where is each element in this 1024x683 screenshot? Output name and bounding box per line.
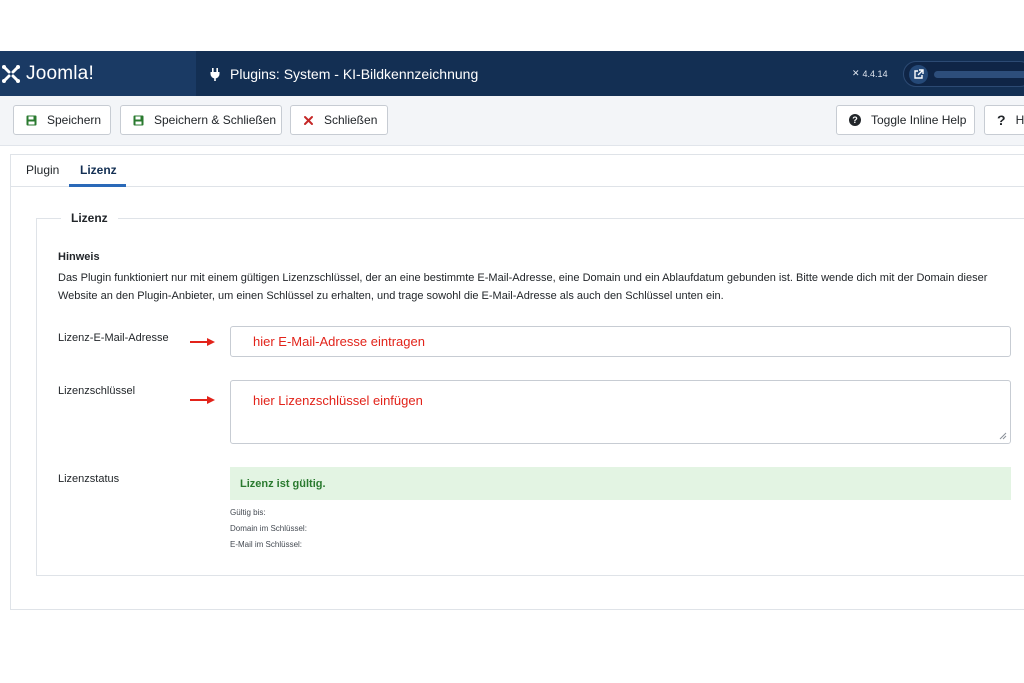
email-in-key-label: E-Mail im Schlüssel: — [230, 540, 303, 549]
version-number: 4.4.14 — [862, 68, 888, 79]
active-tab-indicator — [69, 184, 126, 187]
save-close-label: Speichern & Schließen — [154, 113, 277, 127]
toggle-inline-help-button[interactable]: ? Toggle Inline Help — [836, 105, 975, 135]
page-title-text: Plugins: System - KI-Bildkennzeichnung — [230, 65, 479, 82]
help-button[interactable]: ? H — [984, 105, 1024, 135]
domain-in-key-label: Domain im Schlüssel: — [230, 524, 307, 533]
email-field[interactable]: hier E-Mail-Adresse eintragen — [230, 326, 1011, 357]
license-key-value: hier Lizenzschlüssel einfügen — [253, 393, 423, 408]
arrow-right-icon — [190, 338, 215, 346]
arrow-right-icon — [190, 396, 215, 404]
license-status-label: Lizenzstatus — [58, 473, 120, 485]
page-title: Plugins: System - KI-Bildkennzeichnung — [208, 51, 478, 96]
svg-text:?: ? — [852, 115, 858, 125]
plug-icon — [208, 67, 222, 81]
save-button[interactable]: Speichern — [13, 105, 111, 135]
joomla-small-icon: ✕ — [852, 68, 860, 78]
license-status-message: Lizenz ist gültig. — [240, 477, 326, 490]
save-close-button[interactable]: Speichern & Schließen — [120, 105, 282, 135]
email-label: Lizenz-E-Mail-Adresse — [58, 332, 169, 344]
external-link-icon[interactable] — [909, 65, 928, 84]
tab-lizenz[interactable]: Lizenz — [80, 163, 117, 177]
version-info: ✕ 4.4.14 — [852, 51, 888, 96]
valid-until-label: Gültig bis: — [230, 508, 266, 517]
save-label: Speichern — [47, 113, 102, 127]
license-status-alert: Lizenz ist gültig. — [230, 467, 1011, 500]
resize-grip-icon[interactable] — [999, 432, 1007, 440]
save-icon — [26, 115, 37, 125]
hint-text: Das Plugin funktioniert nur mit einem gü… — [58, 272, 988, 302]
user-menu[interactable] — [903, 61, 1024, 87]
toolbar: Speichern Speichern & Schließen Schließe… — [0, 96, 1024, 146]
license-key-label: Lizenzschlüssel — [58, 385, 136, 397]
close-label: Schließen — [324, 113, 378, 127]
tab-bar: Plugin Lizenz — [11, 155, 1024, 187]
hint-title: Hinweis — [58, 251, 100, 263]
email-field-value: hier E-Mail-Adresse eintragen — [253, 334, 425, 349]
toggle-help-label: Toggle Inline Help — [871, 113, 967, 127]
close-icon — [304, 115, 313, 125]
brand-name: Joomla! — [26, 62, 94, 84]
question-icon: ? — [997, 112, 1006, 128]
close-button[interactable]: Schließen — [290, 105, 388, 135]
joomla-logo-icon — [0, 63, 22, 85]
help-label: H — [1015, 113, 1024, 127]
question-circle-icon: ? — [849, 114, 861, 126]
tab-plugin[interactable]: Plugin — [26, 163, 59, 177]
save-close-icon — [133, 115, 144, 125]
brand[interactable]: Joomla! — [0, 51, 196, 96]
fieldset-legend: Lizenz — [61, 211, 118, 225]
header-bar: Joomla! Plugins: System - KI-Bildkennzei… — [0, 51, 1024, 96]
user-name-redacted — [934, 71, 1024, 78]
license-key-textarea[interactable]: hier Lizenzschlüssel einfügen — [230, 380, 1011, 444]
